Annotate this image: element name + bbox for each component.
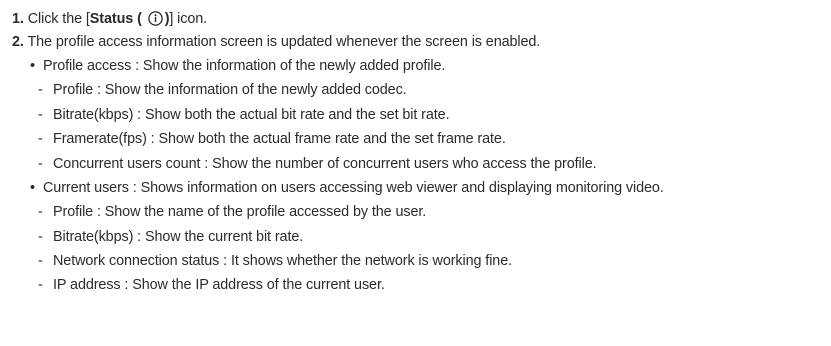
- current-users-bullet: • Current users : Shows information on us…: [30, 180, 664, 197]
- list-item: - Profile : Show the name of the profile …: [38, 204, 426, 221]
- step-1: 1. Click the [Status ( )] icon.: [12, 8, 207, 28]
- list-item-text: Profile : Show the information of the ne…: [53, 82, 407, 98]
- dash-marker: -: [38, 131, 43, 147]
- profile-access-text: Profile access : Show the information of…: [43, 58, 446, 74]
- list-item-text: Bitrate(kbps) : Show the current bit rat…: [53, 229, 304, 245]
- list-item: - Network connection status : It shows wh…: [38, 253, 512, 270]
- bullet-icon: •: [30, 180, 35, 196]
- list-item: - Concurrent users count : Show the numbe…: [38, 156, 597, 173]
- list-item-text: IP address : Show the IP address of the …: [53, 277, 385, 293]
- status-label: Status (: [89, 11, 142, 27]
- dash-marker: -: [38, 229, 43, 245]
- dash-marker: -: [38, 107, 43, 123]
- list-item: - IP address : Show the IP address of the…: [38, 277, 385, 294]
- list-item-text: Framerate(fps) : Show both the actual fr…: [53, 131, 506, 147]
- dash-marker: -: [38, 156, 43, 172]
- list-item: - Bitrate(kbps) : Show both the actual bi…: [38, 107, 450, 124]
- list-item: - Framerate(fps) : Show both the actual f…: [38, 131, 506, 148]
- dash-marker: -: [38, 204, 43, 220]
- step-2: 2. The profile access information screen…: [12, 34, 540, 51]
- dash-marker: -: [38, 253, 43, 269]
- bullet-icon: •: [30, 58, 35, 74]
- step-1-text-after: ] icon.: [169, 11, 208, 27]
- step-2-text: The profile access information screen is…: [27, 34, 541, 50]
- list-item-text: Network connection status : It shows whe…: [53, 253, 513, 269]
- profile-access-bullet: • Profile access : Show the information o…: [30, 58, 445, 75]
- info-circle-icon: [147, 11, 163, 26]
- manual-page: 1. Click the [Status ( )] icon. 2. The p…: [0, 0, 831, 346]
- dash-marker: -: [38, 82, 43, 98]
- list-item-text: Profile : Show the name of the profile a…: [53, 204, 427, 220]
- list-item: - Bitrate(kbps) : Show the current bit ra…: [38, 229, 303, 246]
- list-item-text: Concurrent users count : Show the number…: [53, 156, 597, 172]
- list-item: - Profile : Show the information of the n…: [38, 82, 407, 99]
- step-1-text-before: Click the [: [27, 11, 90, 27]
- list-item-text: Bitrate(kbps) : Show both the actual bit…: [53, 107, 450, 123]
- current-users-text: Current users : Shows information on use…: [43, 180, 664, 196]
- step-1-number: 1.: [12, 11, 24, 27]
- dash-marker: -: [38, 277, 43, 293]
- step-2-number: 2.: [12, 34, 24, 50]
